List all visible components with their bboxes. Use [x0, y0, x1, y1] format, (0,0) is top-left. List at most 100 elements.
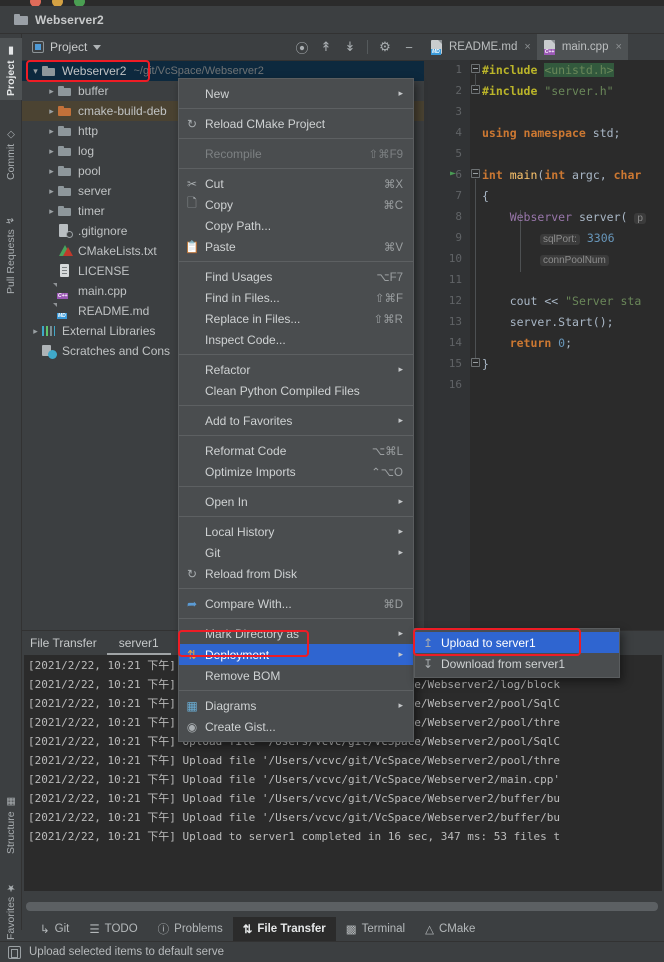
- menu-item-reload-from-disk[interactable]: ↻ Reload from Disk: [179, 563, 413, 584]
- menu-item-reformat-code[interactable]: Reformat Code ⌥⌘L: [179, 440, 413, 461]
- fold-marker-icon[interactable]: [471, 358, 480, 367]
- chevron-right-icon[interactable]: ▸: [46, 146, 57, 157]
- tab-readme-md[interactable]: MD README.md ×: [424, 34, 537, 60]
- tab-terminal[interactable]: ▩ Terminal: [336, 917, 415, 941]
- gear-icon[interactable]: ⚙: [374, 36, 396, 58]
- scrollbar-thumb[interactable]: [26, 902, 658, 911]
- fold-marker-icon[interactable]: [471, 64, 480, 73]
- toolbar-divider: [367, 40, 368, 54]
- bottom-tab-label: Git: [54, 923, 70, 935]
- chevron-right-icon[interactable]: ▸: [46, 126, 57, 137]
- sidebar-item-pull-requests[interactable]: Pull Requests ↯: [0, 200, 22, 298]
- project-title-group[interactable]: Project: [32, 40, 102, 54]
- chevron-right-icon[interactable]: ▸: [46, 86, 57, 97]
- param-hint-connpoolnum: connPoolNum: [540, 255, 609, 266]
- tab-git[interactable]: ↳ Git: [30, 917, 79, 941]
- sidebar-item-structure[interactable]: Structure ▦: [0, 782, 22, 858]
- tab-main-cpp[interactable]: C++ main.cpp ×: [536, 34, 628, 60]
- menu-separator: [179, 138, 413, 139]
- fold-marker-icon[interactable]: [471, 169, 480, 178]
- project-tab-label: Project: [5, 60, 17, 96]
- chevron-right-icon[interactable]: ▸: [46, 166, 57, 177]
- tree-item-label: log: [78, 144, 95, 158]
- menu-item-refactor[interactable]: Refactor ▸: [179, 359, 413, 380]
- close-icon[interactable]: ×: [524, 41, 530, 53]
- menu-item-cut[interactable]: ✂ Cut ⌘X: [179, 173, 413, 194]
- menu-item-inspect-code[interactable]: Inspect Code...: [179, 329, 413, 350]
- menu-item-compare-with[interactable]: ➦ Compare With... ⌘D: [179, 593, 413, 614]
- tab-file-transfer[interactable]: ⇅ File Transfer: [232, 917, 336, 941]
- menu-item-mark-directory-as[interactable]: Mark Directory as ▸: [179, 623, 413, 644]
- menu-item-find-in-files[interactable]: Find in Files... ⇧⌘F: [179, 287, 413, 308]
- menu-item-find-usages[interactable]: Find Usages ⌥F7: [179, 266, 413, 287]
- run-gutter-icon[interactable]: ►: [450, 168, 456, 179]
- file-transfer-panel-label: File Transfer: [30, 636, 97, 650]
- menu-item-download-from-server1[interactable]: ↧ Download from server1: [415, 653, 619, 674]
- menu-item-diagrams[interactable]: ▦ Diagrams ▸: [179, 695, 413, 716]
- locate-icon[interactable]: ⦿: [291, 36, 313, 58]
- chevron-down-icon[interactable]: [93, 44, 102, 50]
- chevron-right-icon: ▸: [398, 526, 403, 536]
- menu-item-create-gist[interactable]: ◉ Create Gist...: [179, 716, 413, 737]
- editor-tab-bar: MD README.md × C++ main.cpp ×: [424, 34, 664, 60]
- menu-item-optimize-imports[interactable]: Optimize Imports ⌃⌥O: [179, 461, 413, 482]
- menu-item-shortcut: ⇧⌘F9: [368, 148, 403, 161]
- editor-gutter[interactable]: 1 2 3 4 5 6 ► 7 8 9 10 11 12 13 14 15 16: [424, 60, 470, 630]
- sidebar-item-project[interactable]: Project ▮: [0, 38, 22, 100]
- menu-item-copy[interactable]: 🗋 Copy ⌘C: [179, 194, 413, 215]
- expand-all-icon[interactable]: ↟: [315, 36, 337, 58]
- menu-item-shortcut: ⌥F7: [376, 271, 403, 284]
- menu-item-open-in[interactable]: Open In ▸: [179, 491, 413, 512]
- chevron-expanded-icon[interactable]: ▾: [30, 66, 41, 77]
- window-icon[interactable]: [8, 945, 21, 959]
- cpp-file-icon: C++: [543, 39, 557, 55]
- context-menu[interactable]: New ▸ ↻ Reload CMake Project Recompile ⇧⌘F9…: [178, 78, 414, 742]
- server-tab-server1[interactable]: server1: [106, 631, 171, 655]
- sidebar-item-commit[interactable]: Commit ◇: [0, 120, 22, 184]
- menu-item-copy-path[interactable]: Copy Path...: [179, 215, 413, 236]
- menu-item-label: Reformat Code: [205, 443, 287, 458]
- fold-marker-icon[interactable]: [471, 85, 480, 94]
- menu-item-add-to-favorites[interactable]: Add to Favorites ▸: [179, 410, 413, 431]
- menu-separator: [179, 168, 413, 169]
- horizontal-scrollbar[interactable]: [26, 902, 658, 911]
- chevron-right-icon[interactable]: ▸: [46, 206, 57, 217]
- menu-item-git[interactable]: Git ▸: [179, 542, 413, 563]
- code-line-9: sqlPort: 3306: [540, 231, 615, 245]
- menu-item-deployment[interactable]: ⇅ Deployment ▸: [179, 644, 413, 665]
- deployment-submenu[interactable]: ↥ Upload to server1 ↧ Download from server…: [414, 628, 620, 678]
- menu-item-label: Copy: [205, 197, 234, 212]
- collapse-all-icon[interactable]: ↡: [339, 36, 361, 58]
- close-icon[interactable]: ×: [615, 41, 621, 53]
- menu-item-replace-in-files[interactable]: Replace in Files... ⇧⌘R: [179, 308, 413, 329]
- text-file-icon: [57, 263, 73, 279]
- menu-item-reload-cmake-project[interactable]: ↻ Reload CMake Project: [179, 113, 413, 134]
- tree-item-label: pool: [78, 164, 101, 178]
- menu-item-clean-python-compiled-files[interactable]: Clean Python Compiled Files: [179, 380, 413, 401]
- chevron-right-icon: ▸: [398, 547, 403, 557]
- sidebar-item-favorites[interactable]: Favorites ★: [0, 866, 22, 944]
- chevron-right-icon[interactable]: ▸: [46, 106, 57, 117]
- menu-item-local-history[interactable]: Local History ▸: [179, 521, 413, 542]
- chevron-right-icon[interactable]: ▸: [30, 326, 41, 337]
- bottom-tab-label: CMake: [438, 923, 476, 935]
- menu-item-label: Create Gist...: [205, 719, 276, 734]
- menu-item-label: Copy Path...: [205, 218, 272, 233]
- hide-icon[interactable]: −: [398, 36, 420, 58]
- fold-gutter[interactable]: [470, 60, 482, 630]
- tab-todo[interactable]: ☰ TODO: [79, 917, 147, 941]
- line-number: 7: [455, 189, 462, 202]
- git-icon: ↳: [40, 924, 50, 936]
- menu-item-remove-bom[interactable]: Remove BOM: [179, 665, 413, 686]
- folder-icon: [41, 63, 57, 79]
- line-number: 6: [455, 168, 462, 181]
- menu-item-upload-to-server1[interactable]: ↥ Upload to server1: [415, 632, 619, 653]
- code-editor[interactable]: 1 2 3 4 5 6 ► 7 8 9 10 11 12 13 14 15 16: [424, 60, 664, 630]
- tab-problems[interactable]: ⓘ Problems: [148, 917, 233, 941]
- chevron-right-icon[interactable]: ▸: [46, 186, 57, 197]
- project-folder-icon: [14, 14, 28, 25]
- menu-item-new[interactable]: New ▸: [179, 83, 413, 104]
- tab-cmake[interactable]: △ CMake: [415, 917, 485, 941]
- code-line-2: #include "server.h": [482, 84, 614, 98]
- menu-item-paste[interactable]: 📋 Paste ⌘V: [179, 236, 413, 257]
